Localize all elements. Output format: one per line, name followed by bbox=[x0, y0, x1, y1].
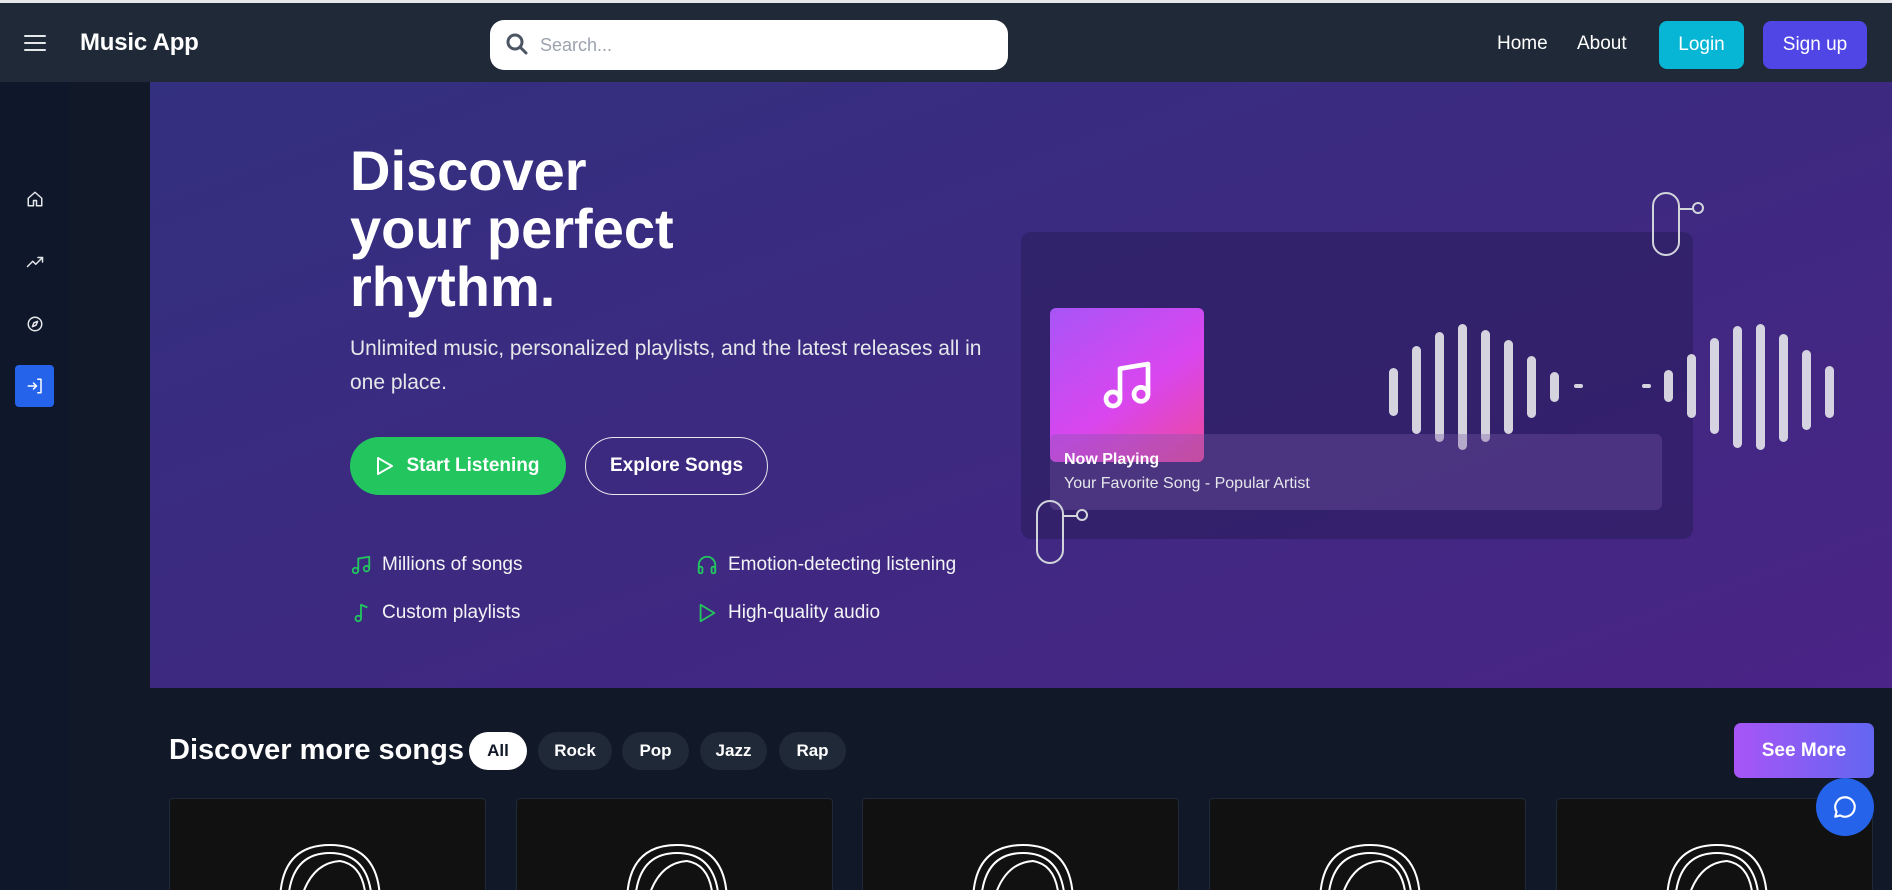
headphones-art-icon bbox=[972, 843, 1074, 890]
feature-label: Millions of songs bbox=[382, 554, 523, 575]
login-button[interactable]: Login bbox=[1659, 21, 1744, 69]
filter-chip-pop[interactable]: Pop bbox=[622, 732, 689, 770]
waveform-bar bbox=[1664, 370, 1673, 402]
music-notes-icon bbox=[1103, 361, 1151, 409]
feature-label: Custom playlists bbox=[382, 602, 521, 623]
headphones-art-icon bbox=[626, 843, 728, 890]
explore-songs-button[interactable]: Explore Songs bbox=[585, 437, 768, 495]
waveform-bar bbox=[1642, 384, 1651, 388]
see-more-button[interactable]: See More bbox=[1734, 723, 1874, 778]
song-card[interactable] bbox=[1209, 798, 1526, 890]
filter-chip-all[interactable]: All bbox=[469, 732, 527, 770]
discover-section-title: Discover more songs bbox=[169, 734, 464, 766]
filter-chip-rock[interactable]: Rock bbox=[538, 732, 612, 770]
app-title: Music App bbox=[80, 29, 199, 56]
nav-home-link[interactable]: Home bbox=[1497, 33, 1548, 55]
hero-section: Discover your perfect rhythm. Unlimited … bbox=[150, 82, 1892, 688]
sidebar-item-trending[interactable] bbox=[15, 241, 54, 283]
waveform-bar bbox=[1527, 356, 1536, 418]
home-icon bbox=[27, 191, 42, 207]
waveform-bar bbox=[1779, 334, 1788, 442]
hero-title-line-2: your perfect bbox=[350, 197, 674, 260]
feature-emotion-detecting: Emotion-detecting listening bbox=[696, 554, 956, 576]
sidebar-item-home[interactable] bbox=[15, 178, 54, 220]
start-listening-label: Start Listening bbox=[406, 455, 540, 476]
feature-label: High-quality audio bbox=[728, 602, 881, 623]
waveform-bar bbox=[1550, 372, 1559, 402]
feature-label: Emotion-detecting listening bbox=[728, 554, 957, 575]
hero-title-line-3: rhythm. bbox=[350, 255, 556, 318]
waveform-bar bbox=[1481, 330, 1490, 442]
start-listening-button[interactable]: Start Listening bbox=[350, 437, 566, 495]
waveform-bar bbox=[1574, 384, 1583, 388]
sidebar-item-explore[interactable] bbox=[15, 303, 54, 345]
song-card[interactable] bbox=[516, 798, 833, 890]
waveform-bar bbox=[1756, 324, 1765, 450]
chat-button[interactable] bbox=[1816, 778, 1874, 836]
sidebar-item-login[interactable] bbox=[15, 365, 54, 407]
music-notes-icon bbox=[351, 555, 371, 575]
hamburger-menu-icon[interactable] bbox=[24, 35, 46, 53]
chat-bubble-icon bbox=[1834, 796, 1856, 818]
song-card[interactable] bbox=[862, 798, 1179, 890]
now-playing-card: Now Playing Your Favorite Song - Popular… bbox=[1021, 232, 1834, 539]
waveform-bar bbox=[1458, 324, 1467, 450]
now-playing-label: Now Playing bbox=[1064, 451, 1160, 468]
top-navbar: Music App Home About Login Sign up bbox=[0, 0, 1892, 82]
waveform-bar bbox=[1825, 366, 1834, 418]
music-note-icon bbox=[354, 603, 368, 623]
headphones-icon bbox=[697, 555, 717, 575]
waveform-bar bbox=[1504, 340, 1513, 434]
play-icon bbox=[377, 457, 394, 475]
now-playing-info: Now Playing Your Favorite Song - Popular… bbox=[1050, 434, 1662, 510]
headphones-art-icon bbox=[279, 843, 381, 890]
search-bar[interactable] bbox=[490, 20, 1008, 70]
hero-title-line-1: Discover bbox=[350, 139, 587, 202]
login-icon bbox=[27, 378, 42, 394]
feature-millions-of-songs: Millions of songs bbox=[350, 554, 522, 576]
waveform-bar bbox=[1733, 326, 1742, 448]
waveform-bar bbox=[1710, 338, 1719, 434]
nav-about-link[interactable]: About bbox=[1577, 33, 1627, 55]
sidebar bbox=[0, 82, 70, 890]
sidebar-gutter bbox=[70, 82, 150, 890]
signup-button[interactable]: Sign up bbox=[1763, 21, 1867, 69]
search-input[interactable] bbox=[540, 30, 990, 60]
headphones-art-icon bbox=[1666, 843, 1768, 890]
feature-custom-playlists: Custom playlists bbox=[350, 602, 520, 624]
waveform-bar bbox=[1435, 332, 1444, 442]
filter-chip-jazz[interactable]: Jazz bbox=[700, 732, 767, 770]
waveform-bar bbox=[1687, 354, 1696, 418]
headphones-art-icon bbox=[1319, 843, 1421, 890]
play-icon bbox=[699, 603, 716, 623]
hero-title: Discover your perfect rhythm. bbox=[350, 142, 674, 316]
filter-chip-rap[interactable]: Rap bbox=[779, 732, 846, 770]
feature-high-quality-audio: High-quality audio bbox=[696, 602, 880, 624]
search-icon bbox=[506, 33, 528, 55]
song-card[interactable] bbox=[169, 798, 486, 890]
waveform-bar bbox=[1389, 368, 1398, 416]
now-playing-song: Your Favorite Song - Popular Artist bbox=[1064, 475, 1310, 492]
waveform-bar bbox=[1412, 346, 1421, 434]
trending-icon bbox=[26, 256, 43, 268]
compass-icon bbox=[27, 316, 42, 332]
waveform-bar bbox=[1802, 350, 1811, 430]
hero-subtitle: Unlimited music, personalized playlists,… bbox=[350, 337, 982, 394]
